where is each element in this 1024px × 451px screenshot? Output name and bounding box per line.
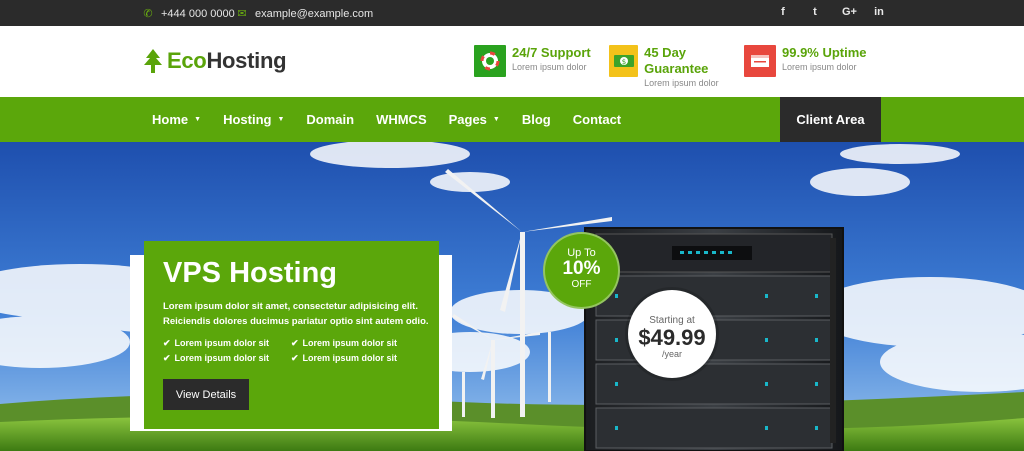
check-item: ✔ Lorem ipsum dolor sit [291, 353, 419, 364]
brand-name: EcoHosting [167, 48, 287, 74]
feature-title: 45 Day Guarantee [644, 45, 709, 76]
phone-contact[interactable]: ✆ +444 000 0000 [143, 7, 235, 21]
hero-feature-checks: ✔ Lorem ipsum dolor sit ✔ Lorem ipsum dolo… [163, 338, 433, 364]
nav-item-hosting[interactable]: Hosting ▼ [223, 97, 284, 142]
email-contact[interactable]: ✉ example@example.com [237, 7, 374, 21]
top-bar: ✆ +444 000 0000 ✉ example@example.com f … [0, 0, 1024, 26]
nav-item-home[interactable]: Home ▼ [152, 97, 201, 142]
check-icon: ✔ [163, 353, 171, 363]
social-links: f t G+ in [778, 6, 884, 18]
nav-label: Hosting [223, 112, 272, 127]
nav-label: WHMCS [376, 112, 427, 127]
feature-subtitle: Lorem ipsum dolor [512, 62, 587, 72]
nav-item-pages[interactable]: Pages ▼ [449, 97, 500, 142]
feature-uptime: 99.9% Uptime Lorem ipsum dolor [744, 45, 879, 89]
phone-icon: ✆ [143, 8, 153, 20]
money-icon: $ [609, 45, 639, 77]
email-address: example@example.com [255, 7, 374, 20]
view-details-button[interactable]: View Details [163, 379, 249, 410]
phone-number: +444 000 0000 [161, 7, 235, 20]
price-period: /year [661, 349, 682, 359]
nav-label: Domain [306, 112, 355, 127]
check-item: ✔ Lorem ipsum dolor sit [163, 353, 291, 364]
feature-subtitle: Lorem ipsum dolor [782, 62, 857, 72]
check-item: ✔ Lorem ipsum dolor sit [291, 338, 419, 349]
discount-badge: Up To 10% OFF [543, 232, 620, 309]
brand-hosting: Hosting [206, 48, 287, 73]
check-icon: ✔ [163, 338, 171, 348]
check-label: Lorem ipsum dolor sit [302, 338, 398, 348]
hero-banner: VPS Hosting Lorem ipsum dolor sit amet, … [0, 142, 1024, 451]
nav-item-whmcs[interactable]: WHMCS [376, 97, 427, 142]
check-label: Lorem ipsum dolor sit [302, 353, 398, 363]
caret-down-icon: ▼ [492, 116, 500, 123]
facebook-icon[interactable]: f [778, 6, 788, 18]
feature-title: 99.9% Uptime [782, 45, 867, 60]
feature-guarantee: $ 45 Day Guarantee Lorem ipsum dolor [609, 45, 744, 89]
nav-label: Home [152, 112, 189, 127]
lifebuoy-icon [474, 45, 506, 77]
check-label: Lorem ipsum dolor sit [174, 353, 270, 363]
nav-label: Blog [521, 112, 551, 127]
discount-line3: OFF [571, 279, 592, 290]
feature-title: 24/7 Support [512, 45, 591, 60]
site-logo[interactable]: EcoHosting [143, 48, 287, 74]
linkedin-icon[interactable]: in [874, 6, 884, 18]
feature-list: 24/7 Support Lorem ipsum dolor $ 45 Day … [474, 45, 879, 89]
main-nav: Home ▼ Hosting ▼ Domain WHMCS Pages ▼ Blog … [0, 97, 1024, 142]
tree-icon [144, 49, 162, 73]
window-icon [744, 45, 776, 77]
client-area-button[interactable]: Client Area [780, 97, 881, 142]
twitter-icon[interactable]: t [810, 6, 820, 18]
nav-label: Pages [448, 112, 487, 127]
hero-panel: VPS Hosting Lorem ipsum dolor sit amet, … [144, 241, 439, 429]
nav-label: Contact [572, 112, 622, 127]
svg-text:$: $ [621, 58, 625, 66]
check-label: Lorem ipsum dolor sit [174, 338, 270, 348]
nav-item-blog[interactable]: Blog [522, 97, 551, 142]
discount-percent: 10% [562, 258, 601, 279]
feature-subtitle: Lorem ipsum dolor [644, 78, 719, 88]
check-item: ✔ Lorem ipsum dolor sit [163, 338, 291, 349]
check-icon: ✔ [291, 338, 299, 348]
nav-item-contact[interactable]: Contact [573, 97, 621, 142]
google-plus-icon[interactable]: G+ [842, 6, 857, 18]
price-amount: $49.99 [638, 325, 706, 350]
brand-eco: Eco [167, 48, 207, 73]
nav-item-domain[interactable]: Domain [306, 97, 354, 142]
feature-support: 24/7 Support Lorem ipsum dolor [474, 45, 609, 89]
price-badge: Starting at $49.99 /year [628, 290, 716, 378]
hero-title: VPS Hosting [163, 257, 338, 289]
hero-description: Lorem ipsum dolor sit amet, consectetur … [163, 301, 429, 327]
caret-down-icon: ▼ [194, 116, 202, 123]
envelope-icon: ✉ [237, 8, 247, 20]
site-header: EcoHosting 24/7 Support Lorem ipsum dolo… [0, 26, 1024, 97]
check-icon: ✔ [291, 353, 299, 363]
caret-down-icon: ▼ [277, 116, 285, 123]
